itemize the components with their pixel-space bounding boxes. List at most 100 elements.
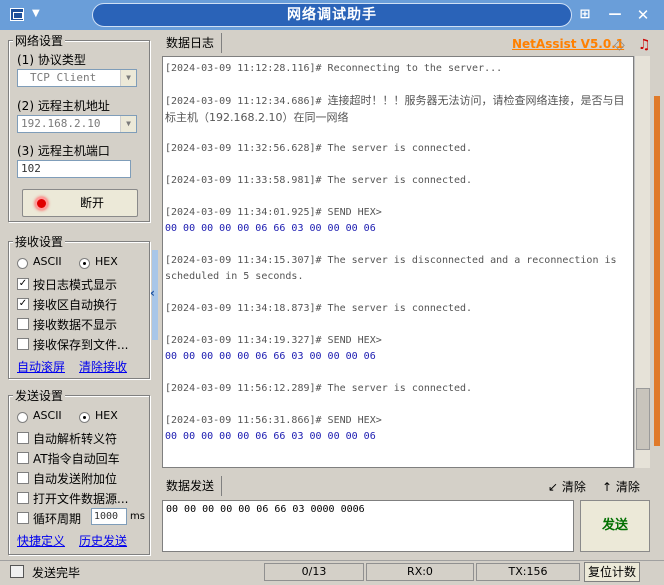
send-loop-checkbox[interactable]: [17, 512, 29, 524]
protocol-select[interactable]: TCP Client ▼: [17, 69, 137, 87]
status-message: 发送完毕: [32, 566, 81, 580]
close-button[interactable]: ✕: [632, 4, 654, 26]
chevron-down-icon[interactable]: ▼: [120, 70, 136, 86]
connection-status-icon: [35, 197, 48, 210]
log-entry: [2024-03-09 11:32:56.628]# The server is…: [165, 141, 631, 157]
status-icon: [10, 565, 24, 578]
log-entry: [2024-03-09 11:33:58.981]# The server is…: [165, 173, 631, 189]
send-button[interactable]: 发送: [580, 500, 650, 552]
log-entry-text: [2024-03-09 11:56:31.866]# SEND HEX>: [165, 415, 382, 426]
minimize-button[interactable]: —: [604, 4, 626, 26]
log-entry: [2024-03-09 11:34:19.327]# SEND HEX> 00 …: [165, 333, 631, 365]
log-entry: [2024-03-09 11:12:28.116]# Reconnecting …: [165, 61, 631, 77]
chevron-down-icon[interactable]: ▼: [32, 8, 40, 19]
protocol-label: (1) 协议类型: [17, 53, 86, 67]
log-entry-text: [2024-03-09 11:56:12.289]# The server is…: [165, 383, 473, 394]
receive-ascii-radio[interactable]: [17, 258, 28, 269]
receive-settings-group: 接收设置 ASCII HEX ✓ 按日志模式显示 ✓ 接收区自动换行 接收数据不…: [8, 233, 150, 379]
side-accent-strip: [654, 96, 660, 446]
log-entry-text: [2024-03-09 11:34:15.307]# The server is…: [165, 255, 617, 282]
receive-log[interactable]: [2024-03-09 11:12:28.116]# Reconnecting …: [162, 56, 634, 468]
receive-hide-checkbox[interactable]: [17, 318, 29, 330]
window-title: 网络调试助手: [92, 3, 572, 27]
period-input[interactable]: 1000: [91, 508, 127, 525]
log-entry: [2024-03-09 11:34:15.307]# The server is…: [165, 253, 631, 285]
pin-icon[interactable]: ⊞: [574, 4, 596, 26]
chevron-left-icon[interactable]: ‹: [150, 286, 155, 300]
log-scroll-thumb[interactable]: [636, 388, 650, 450]
send-option-label: 打开文件数据源...: [33, 492, 129, 506]
receive-ascii-label: ASCII: [33, 255, 62, 268]
receive-hex-label: HEX: [95, 255, 118, 268]
period-unit: ms: [130, 511, 145, 522]
send-append-checkbox[interactable]: [17, 472, 29, 484]
log-entry-text: [2024-03-09 11:34:18.873]# The server is…: [165, 303, 473, 314]
bell-icon[interactable]: ♫: [638, 37, 651, 53]
send-ascii-label: ASCII: [33, 409, 62, 422]
send-file-checkbox[interactable]: [17, 492, 29, 504]
receive-save-checkbox[interactable]: [17, 338, 29, 350]
log-entry-hex: 00 00 00 00 00 06 66 03 00 00 00 06: [165, 431, 376, 442]
host-value: 192.168.2.10: [21, 117, 101, 130]
reset-count-button[interactable]: 复位计数: [584, 562, 640, 582]
log-entry-text: [2024-03-09 11:34:01.925]# SEND HEX>: [165, 207, 382, 218]
chevron-down-icon[interactable]: ▼: [120, 116, 136, 132]
log-entry: [2024-03-09 11:56:31.866]# SEND HEX> 00 …: [165, 413, 631, 445]
log-entry-hex: 00 00 00 00 00 06 66 03 00 00 00 06: [165, 223, 376, 234]
receive-option-label: 接收区自动换行: [33, 298, 118, 312]
receive-option-label: 接收保存到文件...: [33, 338, 129, 352]
protocol-value: TCP Client: [30, 71, 97, 84]
log-entry-text: [2024-03-09 11:12:34.686]#: [165, 96, 328, 107]
tx-counter: TX:156: [476, 563, 580, 581]
log-entry-text: [2024-03-09 11:33:58.981]# The server is…: [165, 175, 473, 186]
send-option-label: AT指令自动回车: [33, 452, 120, 466]
send-hex-label: HEX: [95, 409, 118, 422]
log-entry: [2024-03-09 11:56:12.289]# The server is…: [165, 381, 631, 397]
host-label: (2) 远程主机地址: [17, 99, 110, 113]
tab-data-send[interactable]: 数据发送: [162, 476, 222, 496]
host-select[interactable]: 192.168.2.10 ▼: [17, 115, 137, 133]
clear-log-button[interactable]: ↙ 清除: [548, 478, 586, 495]
rx-counter: RX:0: [366, 563, 474, 581]
tab-data-log[interactable]: 数据日志: [162, 33, 222, 53]
title-bar: ▼ 网络调试助手 ⊞ — ✕: [0, 0, 664, 30]
log-scrollbar[interactable]: [634, 56, 650, 468]
arrow-down-left-icon: ↙: [548, 480, 559, 494]
quick-define-link[interactable]: 快捷定义: [17, 532, 65, 549]
receive-log-mode-checkbox[interactable]: ✓: [17, 278, 29, 290]
send-hex-radio[interactable]: [79, 412, 90, 423]
log-entry: [2024-03-09 11:12:34.686]# 连接超时！！！服务器无法访…: [165, 93, 631, 127]
receive-wrap-checkbox[interactable]: ✓: [17, 298, 29, 310]
send-ascii-radio[interactable]: [17, 412, 28, 423]
disconnect-button[interactable]: 断开: [22, 189, 138, 217]
send-option-label: 自动解析转义符: [33, 432, 118, 446]
send-input[interactable]: 00 00 00 00 00 06 66 03 0000 0006: [162, 500, 574, 552]
status-bar: 发送完毕 0/13 RX:0 TX:156 复位计数: [0, 560, 664, 585]
clear-log-label: 清除: [561, 480, 586, 494]
clear-send-button[interactable]: ↑ 清除: [602, 478, 640, 495]
port-label: (3) 远程主机端口: [17, 144, 110, 158]
receive-hex-radio[interactable]: [79, 258, 90, 269]
log-entry-text: [2024-03-09 11:32:56.628]# The server is…: [165, 143, 473, 154]
send-option-label: 自动发送附加位: [33, 472, 118, 486]
brand-link[interactable]: NetAssist V5.0.1: [512, 37, 624, 51]
log-entry-text: [2024-03-09 11:34:19.327]# SEND HEX>: [165, 335, 382, 346]
receive-settings-title: 接收设置: [13, 233, 66, 250]
app-icon[interactable]: [10, 8, 24, 21]
send-escape-checkbox[interactable]: [17, 432, 29, 444]
auto-scroll-link[interactable]: 自动滚屏: [17, 358, 65, 375]
send-settings-title: 发送设置: [13, 387, 66, 404]
clear-send-label: 清除: [615, 480, 640, 494]
disconnect-label: 断开: [79, 196, 104, 210]
diamond-icon[interactable]: ◇: [614, 37, 625, 53]
network-settings-title: 网络设置: [13, 32, 66, 49]
send-at-checkbox[interactable]: [17, 452, 29, 464]
clear-receive-link[interactable]: 清除接收: [79, 358, 127, 375]
log-entry-text: [2024-03-09 11:12:28.116]# Reconnecting …: [165, 63, 503, 74]
send-settings-group: 发送设置 ASCII HEX 自动解析转义符 AT指令自动回车 自动发送附加位 …: [8, 387, 150, 555]
arrow-up-icon: ↑: [602, 480, 613, 494]
history-send-link[interactable]: 历史发送: [79, 532, 127, 549]
receive-option-label: 接收数据不显示: [33, 318, 118, 332]
port-input[interactable]: 102: [17, 160, 131, 178]
send-option-label: 循环周期: [33, 512, 82, 526]
